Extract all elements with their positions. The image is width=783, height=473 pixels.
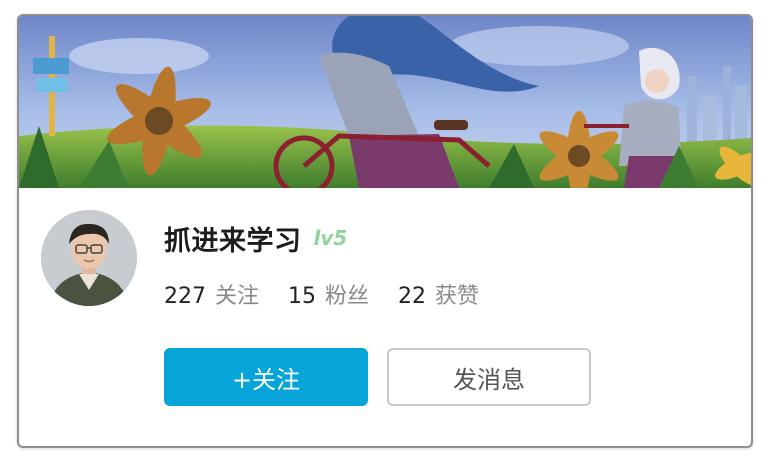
stat-likes-count: 22 <box>398 284 427 309</box>
profile-name-row: 抓进来学习 lv5 <box>164 216 347 260</box>
username[interactable]: 抓进来学习 <box>164 219 302 258</box>
stat-following[interactable]: 227 关注 <box>164 278 259 310</box>
stat-following-label: 关注 <box>215 284 260 309</box>
stat-followers-count: 15 <box>288 284 317 309</box>
stat-following-count: 227 <box>164 284 206 309</box>
stat-followers[interactable]: 15 粉丝 <box>288 278 369 310</box>
level-badge: lv5 <box>313 226 348 250</box>
profile-stats: 227 关注 15 粉丝 22 获赞 <box>164 278 508 310</box>
user-profile-card: 抓进来学习 lv5 227 关注 15 粉丝 22 获赞 +关注 发消息 <box>17 14 753 448</box>
follow-button[interactable]: +关注 <box>164 348 368 406</box>
stat-likes-label: 获赞 <box>435 284 480 309</box>
avatar[interactable] <box>41 210 137 306</box>
stat-followers-label: 粉丝 <box>325 284 370 309</box>
stat-likes: 22 获赞 <box>398 278 479 310</box>
send-message-button[interactable]: 发消息 <box>387 348 591 406</box>
profile-banner-image <box>19 16 751 188</box>
